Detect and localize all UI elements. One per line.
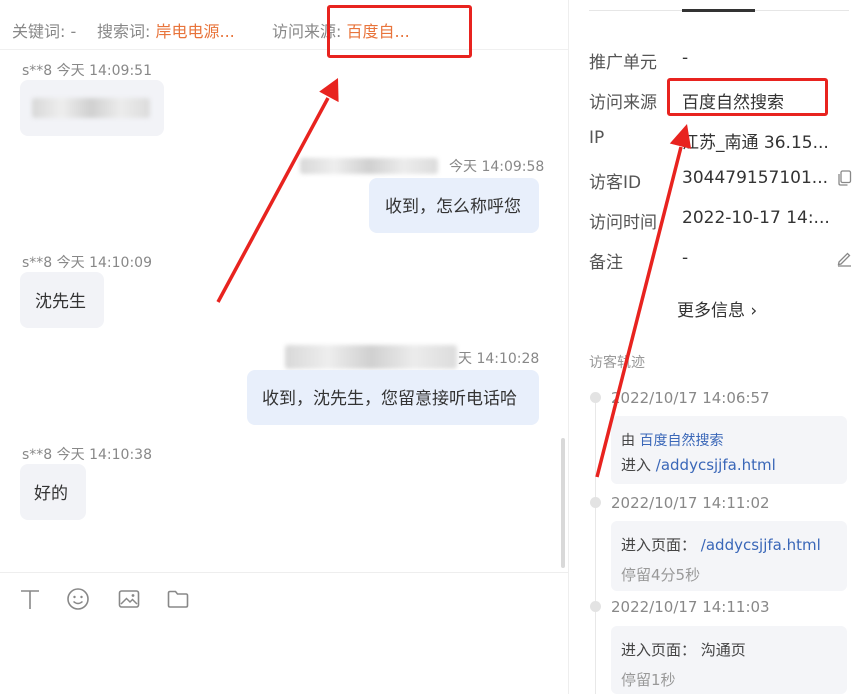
more-info-link[interactable]: 更多信息 › <box>677 296 757 321</box>
annotation-highlight-box <box>667 78 828 116</box>
search-term: 搜索词: 岸电电源... <box>97 18 235 42</box>
copy-icon[interactable] <box>837 170 852 186</box>
trail-page-line: 进入页面： 沟通页 <box>621 639 746 660</box>
image-icon[interactable] <box>117 587 141 611</box>
trail-page-value: 沟通页 <box>700 641 746 659</box>
message-input-area[interactable] <box>0 572 568 694</box>
chat-bubble-outgoing: 收到，怎么称呼您 <box>369 178 539 233</box>
search-term-label: 搜索词: <box>97 22 156 41</box>
trail-dot <box>590 601 601 612</box>
message-time: 今天 14:09:51 <box>56 63 152 79</box>
trail-card: 进入页面： 沟通页 停留1秒 <box>611 626 847 694</box>
field-label-note: 备注 <box>589 253 623 273</box>
message-time: 今天 14:10:09 <box>56 255 152 271</box>
keyword-label-text: 关键词: <box>12 22 71 41</box>
emoji-icon[interactable] <box>66 587 90 611</box>
keyword-label: 关键词: - <box>12 18 76 42</box>
message-time: 今天 14:09:58 <box>449 159 545 175</box>
trail-page-link[interactable]: /addycsjjfa.html <box>656 456 776 474</box>
redacted-content <box>32 98 150 118</box>
field-value-visit-time: 2022-10-17 14:... <box>682 208 830 228</box>
trail-page-line: 进入页面： /addycsjjfa.html <box>621 534 821 555</box>
visitor-trail-title: 访客轨迹 <box>589 355 645 371</box>
edit-icon[interactable] <box>836 250 853 267</box>
trail-time: 2022/10/17 14:11:02 <box>611 494 770 512</box>
chat-scrollbar[interactable] <box>561 438 565 568</box>
field-label-promotion-unit: 推广单元 <box>589 53 657 73</box>
trail-stay-duration: 停留1秒 <box>621 671 676 689</box>
trail-page-label: 进入页面： <box>621 536 697 554</box>
trail-page-label: 进入页面： <box>621 641 697 659</box>
trail-card: 进入页面： /addycsjjfa.html 停留4分5秒 <box>611 521 847 591</box>
chat-bubble-incoming: 好的 <box>20 464 86 520</box>
message-time: 天 14:10:28 <box>458 351 540 367</box>
field-value-ip: 江苏_南通 36.15... <box>682 133 829 153</box>
chat-bubble-incoming <box>20 80 164 136</box>
redacted-agent-name <box>300 158 438 174</box>
trail-timeline <box>595 398 596 694</box>
message-meta: s**8 今天 14:09:51 <box>22 60 152 80</box>
field-label-visit-source: 访问来源 <box>589 93 657 113</box>
text-icon[interactable] <box>18 587 42 611</box>
field-value-note: - <box>682 248 689 268</box>
sender-name: s**8 <box>22 447 53 463</box>
chat-panel: 关键词: - 搜索词: 岸电电源... 访问来源: 百度自... s**8 今天… <box>0 0 568 694</box>
trail-dot <box>590 497 601 508</box>
field-value-promotion-unit: - <box>682 48 689 68</box>
redacted-agent-name <box>285 345 457 369</box>
chat-bubble-outgoing: 收到，沈先生，您留意接听电话哈 <box>247 370 539 425</box>
trail-card: 由 百度自然搜索 进入 /addycsjjfa.html <box>611 416 847 484</box>
trail-source-line: 由 百度自然搜索 <box>621 430 723 450</box>
folder-icon[interactable] <box>166 587 190 611</box>
sender-name: s**8 <box>22 63 53 79</box>
sender-name: s**8 <box>22 255 53 271</box>
trail-dot <box>590 392 601 403</box>
trail-enter-prefix: 进入 <box>621 456 656 474</box>
trail-source-link[interactable]: 百度自然搜索 <box>639 433 723 449</box>
message-meta: s**8 今天 14:10:09 <box>22 252 152 272</box>
message-time: 今天 14:10:38 <box>56 447 152 463</box>
trail-time: 2022/10/17 14:06:57 <box>611 389 770 407</box>
trail-source-prefix: 由 <box>621 433 640 449</box>
chat-bubble-incoming: 沈先生 <box>20 272 104 328</box>
field-label-visit-time: 访问时间 <box>589 213 657 233</box>
trail-time: 2022/10/17 14:11:03 <box>611 598 770 616</box>
visit-info-bar: 关键词: - 搜索词: 岸电电源... 访问来源: 百度自... <box>0 0 568 50</box>
annotation-highlight-box <box>327 5 472 58</box>
trail-stay-duration: 停留4分5秒 <box>621 566 701 584</box>
field-label-visitor-id: 访客ID <box>589 173 642 193</box>
keyword-value: - <box>70 22 77 41</box>
trail-page-link[interactable]: /addycsjjfa.html <box>701 536 821 554</box>
field-label-ip: IP <box>589 128 605 148</box>
trail-enter-line: 进入 /addycsjjfa.html <box>621 454 776 475</box>
search-term-value[interactable]: 岸电电源... <box>155 22 234 41</box>
tab-active-indicator[interactable] <box>682 9 755 12</box>
message-meta: s**8 今天 14:10:38 <box>22 444 152 464</box>
field-value-visitor-id: 304479157101... <box>682 168 829 188</box>
